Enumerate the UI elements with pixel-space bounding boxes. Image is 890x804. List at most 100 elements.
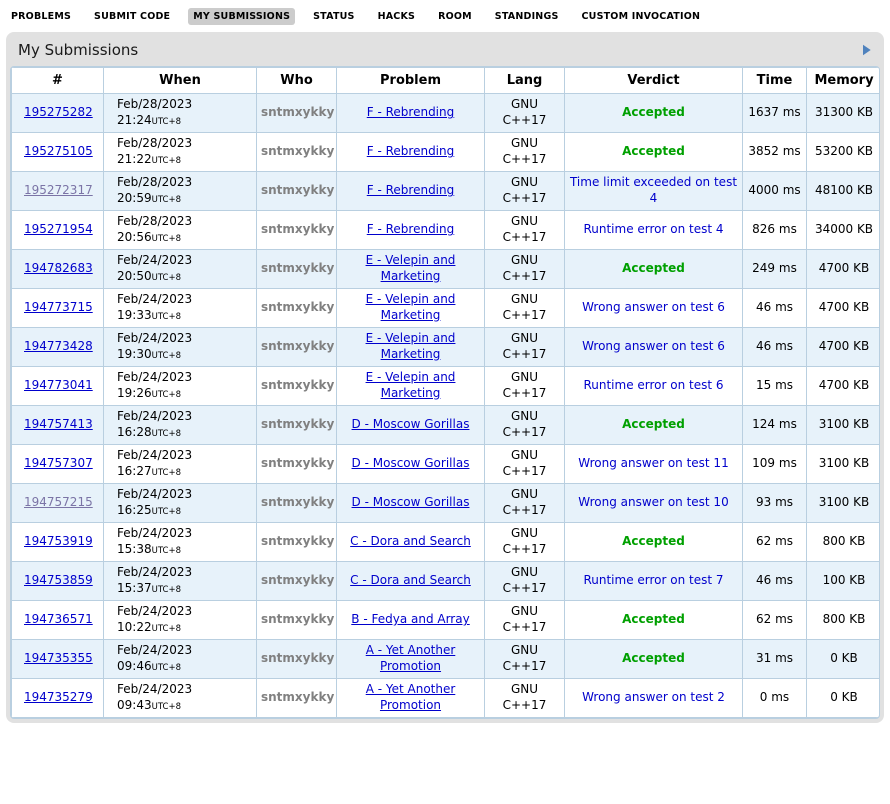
problem-link[interactable]: E - Velepin and Marketing [366, 370, 456, 400]
lang-text: GNU [489, 526, 560, 542]
memory-cell: 48100 KB [807, 172, 881, 211]
column-header-memory: Memory [807, 68, 881, 94]
timezone-label: UTC+8 [152, 195, 181, 205]
user-link[interactable]: sntmxykky [261, 222, 334, 236]
when-cell: Feb/28/202320:59UTC+8 [104, 172, 257, 211]
submission-id-link[interactable]: 194735279 [24, 690, 93, 704]
memory-cell: 3100 KB [807, 445, 881, 484]
verdict-cell: Accepted [565, 94, 743, 133]
when-cell: Feb/24/202320:50UTC+8 [104, 250, 257, 289]
table-body: 195275282Feb/28/202321:24UTC+8sntmxykkyF… [12, 94, 881, 718]
nav-item-custom-invocation[interactable]: CUSTOM INVOCATION [577, 8, 706, 25]
verdict-text: Accepted [622, 612, 685, 626]
submission-id-link[interactable]: 194782683 [24, 261, 93, 275]
submission-id-cell: 194753919 [12, 523, 104, 562]
submission-id-cell: 195275105 [12, 133, 104, 172]
who-cell: sntmxykky [257, 133, 337, 172]
nav-item-hacks[interactable]: HACKS [373, 8, 420, 25]
problem-link[interactable]: E - Velepin and Marketing [366, 253, 456, 283]
problem-link[interactable]: D - Moscow Gorillas [352, 456, 470, 470]
user-link[interactable]: sntmxykky [261, 612, 334, 626]
submission-id-link[interactable]: 194773041 [24, 378, 93, 392]
submission-id-link[interactable]: 194757413 [24, 417, 93, 431]
submission-row: 194753859Feb/24/202315:37UTC+8sntmxykkyC… [12, 562, 881, 601]
user-link[interactable]: sntmxykky [261, 105, 334, 119]
submission-id-link[interactable]: 195275105 [24, 144, 93, 158]
user-link[interactable]: sntmxykky [261, 534, 334, 548]
nav-item-problems[interactable]: PROBLEMS [6, 8, 76, 25]
problem-link[interactable]: F - Rebrending [367, 222, 455, 236]
problem-link[interactable]: C - Dora and Search [350, 573, 471, 587]
submission-date: Feb/24/2023 [117, 487, 252, 503]
problem-link[interactable]: E - Velepin and Marketing [366, 331, 456, 361]
lang-text: GNU [489, 448, 560, 464]
submission-id-link[interactable]: 194753859 [24, 573, 93, 587]
submission-id-link[interactable]: 195272317 [24, 183, 93, 197]
verdict-text: Runtime error on test 6 [583, 378, 723, 392]
problem-cell: F - Rebrending [337, 211, 485, 250]
problem-link[interactable]: F - Rebrending [367, 183, 455, 197]
user-link[interactable]: sntmxykky [261, 339, 334, 353]
submission-row: 195271954 Feb/28/202320:56UTC+8 sntmxykky F… [12, 211, 881, 250]
problem-link[interactable]: D - Moscow Gorillas [352, 417, 470, 431]
submission-id-link[interactable]: 194735355 [24, 651, 93, 665]
submission-id-cell: 195272317 [12, 172, 104, 211]
problem-link[interactable]: A - Yet Another Promotion [366, 643, 456, 673]
nav-item-room[interactable]: ROOM [433, 8, 477, 25]
submission-id-link[interactable]: 194736571 [24, 612, 93, 626]
problem-link[interactable]: D - Moscow Gorillas [352, 495, 470, 509]
user-link[interactable]: sntmxykky [261, 495, 334, 509]
user-link[interactable]: sntmxykky [261, 261, 334, 275]
submission-id-link[interactable]: 195271954 [24, 222, 93, 236]
user-link[interactable]: sntmxykky [261, 300, 334, 314]
submission-id-link[interactable]: 194757307 [24, 456, 93, 470]
expand-arrow-icon[interactable] [861, 44, 872, 56]
problem-link[interactable]: F - Rebrending [367, 144, 455, 158]
problem-cell: B - Fedya and Array [337, 601, 485, 640]
problem-link[interactable]: B - Fedya and Array [351, 612, 469, 626]
problem-cell: D - Moscow Gorillas [337, 406, 485, 445]
verdict-text: Accepted [622, 105, 685, 119]
user-link[interactable]: sntmxykky [261, 573, 334, 587]
user-link[interactable]: sntmxykky [261, 378, 334, 392]
lang-text: GNU [489, 370, 560, 386]
submission-id-cell: 195275282 [12, 94, 104, 133]
submission-date: Feb/24/2023 [117, 331, 252, 347]
memory-cell: 4700 KB [807, 328, 881, 367]
lang-cell: GNUC++17 [485, 289, 565, 328]
submission-row: 194757215Feb/24/202316:25UTC+8sntmxykkyD… [12, 484, 881, 523]
user-link[interactable]: sntmxykky [261, 183, 334, 197]
submission-id-link[interactable]: 194773428 [24, 339, 93, 353]
when-cell: Feb/28/202320:56UTC+8 [104, 211, 257, 250]
submission-id-link[interactable]: 194773715 [24, 300, 93, 314]
submission-id-link[interactable]: 194753919 [24, 534, 93, 548]
submission-id-link[interactable]: 194757215 [24, 495, 93, 509]
who-cell: sntmxykky [257, 172, 337, 211]
problem-link[interactable]: E - Velepin and Marketing [366, 292, 456, 322]
submission-id-cell: 194782683 [12, 250, 104, 289]
lang-cell: GNUC++17 [485, 328, 565, 367]
when-cell: Feb/24/202319:26UTC+8 [104, 367, 257, 406]
exec-time-cell: 15 ms [743, 367, 807, 406]
verdict-text: Accepted [622, 651, 685, 665]
submission-time: 10:22UTC+8 [117, 620, 252, 636]
user-link[interactable]: sntmxykky [261, 456, 334, 470]
user-link[interactable]: sntmxykky [261, 417, 334, 431]
submission-id-cell: 194753859 [12, 562, 104, 601]
user-link[interactable]: sntmxykky [261, 144, 334, 158]
column-header-who: Who [257, 68, 337, 94]
verdict-text: Wrong answer on test 11 [578, 456, 728, 470]
nav-item-status[interactable]: STATUS [308, 8, 359, 25]
submission-id-link[interactable]: 195275282 [24, 105, 93, 119]
problem-link[interactable]: C - Dora and Search [350, 534, 471, 548]
problem-link[interactable]: A - Yet Another Promotion [366, 682, 456, 712]
timezone-label: UTC+8 [152, 273, 181, 283]
nav-item-standings[interactable]: STANDINGS [490, 8, 564, 25]
user-link[interactable]: sntmxykky [261, 690, 334, 704]
who-cell: sntmxykky [257, 523, 337, 562]
user-link[interactable]: sntmxykky [261, 651, 334, 665]
nav-item-submit-code[interactable]: SUBMIT CODE [89, 8, 175, 25]
problem-cell: F - Rebrending [337, 172, 485, 211]
nav-item-my-submissions[interactable]: MY SUBMISSIONS [188, 8, 295, 25]
problem-link[interactable]: F - Rebrending [367, 105, 455, 119]
